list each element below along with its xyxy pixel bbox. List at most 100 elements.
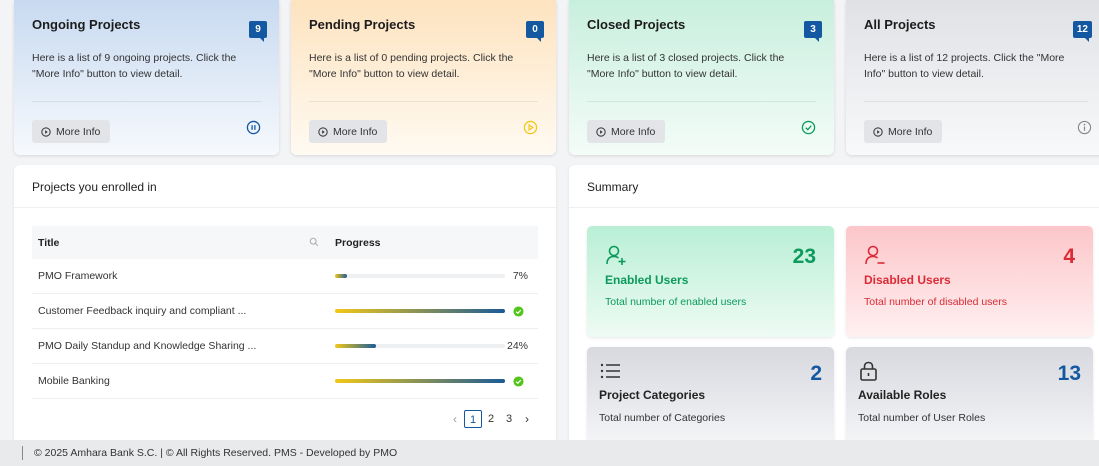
column-header-title[interactable]: Title bbox=[32, 226, 329, 259]
card-description: Here is a list of 9 ongoing projects. Cl… bbox=[32, 52, 237, 80]
progress-cell: 24% bbox=[329, 340, 538, 352]
card-title: Ongoing Projects bbox=[32, 17, 141, 32]
progress-percent: 24% bbox=[506, 340, 528, 352]
panel-divider bbox=[569, 207, 1099, 208]
card-divider bbox=[32, 101, 261, 102]
more-info-button[interactable]: More Info bbox=[864, 120, 943, 143]
check-circle-icon bbox=[513, 375, 524, 387]
progress-cell bbox=[329, 305, 538, 317]
check-circle-icon bbox=[801, 120, 816, 135]
project-categories-label: Project Categories bbox=[599, 388, 706, 402]
card-divider bbox=[864, 101, 1088, 102]
pagination-next[interactable]: › bbox=[518, 410, 536, 428]
column-header-progress[interactable]: Progress bbox=[329, 237, 381, 249]
more-info-button[interactable]: More Info bbox=[32, 120, 111, 143]
enabled-users-description: Total number of enabled users bbox=[605, 296, 747, 308]
footer: © 2025 Amhara Bank S.C. | © All Rights R… bbox=[0, 440, 1099, 466]
project-title[interactable]: Customer Feedback inquiry and compliant … bbox=[32, 305, 329, 317]
panel-title: Summary bbox=[587, 180, 639, 194]
pagination-page-1[interactable]: 1 bbox=[464, 410, 482, 428]
enrolled-projects-table: Title Progress PMO Framework 7% Customer F… bbox=[32, 226, 538, 399]
card-title: Pending Projects bbox=[309, 17, 416, 32]
project-categories-tile: 2 Project Categories Total number of Cat… bbox=[587, 347, 834, 445]
play-circle-icon bbox=[523, 120, 538, 135]
panel-divider bbox=[14, 207, 556, 208]
more-info-button[interactable]: More Info bbox=[309, 120, 388, 143]
pagination: ‹ 1 2 3 › bbox=[446, 410, 536, 428]
pause-circle-icon bbox=[246, 120, 261, 135]
closed-projects-card: Closed Projects 3 Here is a list of 3 cl… bbox=[569, 0, 834, 155]
ongoing-projects-card: Ongoing Projects 9 Here is a list of 9 o… bbox=[14, 0, 279, 155]
play-circle-icon bbox=[596, 126, 606, 137]
pagination-page-3[interactable]: 3 bbox=[500, 410, 518, 428]
panel-title: Projects you enrolled in bbox=[32, 180, 157, 194]
more-info-label: More Info bbox=[611, 125, 656, 138]
disabled-users-count: 4 bbox=[1063, 245, 1075, 268]
project-categories-description: Total number of Categories bbox=[599, 412, 726, 424]
available-roles-label: Available Roles bbox=[858, 388, 947, 402]
list-icon bbox=[600, 363, 620, 379]
card-divider bbox=[587, 101, 816, 102]
all-projects-card: All Projects 12 Here is a list of 12 pro… bbox=[846, 0, 1099, 155]
table-row[interactable]: PMO Daily Standup and Knowledge Sharing … bbox=[32, 329, 538, 364]
progress-bar bbox=[335, 379, 505, 383]
search-icon[interactable] bbox=[309, 237, 319, 247]
project-title[interactable]: PMO Daily Standup and Knowledge Sharing … bbox=[32, 340, 329, 352]
card-description: Here is a list of 12 projects. Click the… bbox=[864, 52, 1065, 80]
table-row[interactable]: Customer Feedback inquiry and compliant … bbox=[32, 294, 538, 329]
info-circle-icon bbox=[1077, 120, 1092, 135]
project-categories-count: 2 bbox=[810, 362, 822, 385]
enabled-users-count: 23 bbox=[792, 245, 816, 268]
more-info-label: More Info bbox=[56, 125, 101, 138]
footer-text: © 2025 Amhara Bank S.C. | © All Rights R… bbox=[34, 447, 398, 459]
more-info-button[interactable]: More Info bbox=[587, 120, 666, 143]
card-description: Here is a list of 0 pending projects. Cl… bbox=[309, 52, 514, 80]
check-circle-icon bbox=[513, 305, 524, 317]
enabled-users-label: Enabled Users bbox=[605, 273, 689, 287]
enabled-users-tile: 23 Enabled Users Total number of enabled… bbox=[587, 226, 834, 337]
lock-icon bbox=[860, 361, 877, 381]
progress-bar bbox=[335, 344, 505, 348]
progress-bar bbox=[335, 309, 505, 313]
play-circle-icon bbox=[873, 126, 883, 137]
disabled-users-description: Total number of disabled users bbox=[864, 296, 1007, 308]
progress-bar-fill bbox=[335, 379, 505, 383]
play-circle-icon bbox=[41, 126, 51, 137]
pagination-prev[interactable]: ‹ bbox=[446, 410, 464, 428]
progress-bar-fill bbox=[335, 309, 505, 313]
count-badge: 3 bbox=[804, 21, 822, 42]
table-header: Title Progress bbox=[32, 226, 538, 259]
count-badge: 12 bbox=[1072, 21, 1092, 42]
summary-panel: Summary 23 Enabled Users Total number of… bbox=[569, 165, 1099, 445]
more-info-label: More Info bbox=[333, 125, 378, 138]
column-header-label: Title bbox=[38, 236, 60, 249]
project-title[interactable]: PMO Framework bbox=[32, 270, 329, 282]
disabled-users-tile: 4 Disabled Users Total number of disable… bbox=[846, 226, 1093, 337]
progress-cell bbox=[329, 375, 538, 387]
progress-percent: 7% bbox=[512, 270, 528, 282]
progress-bar bbox=[335, 274, 505, 278]
card-description: Here is a list of 3 closed projects. Cli… bbox=[587, 52, 785, 80]
progress-bar-fill bbox=[335, 274, 347, 278]
pagination-page-2[interactable]: 2 bbox=[482, 410, 500, 428]
progress-bar-fill bbox=[335, 344, 376, 348]
available-roles-count: 13 bbox=[1057, 362, 1081, 385]
card-title: Closed Projects bbox=[587, 17, 686, 32]
disabled-users-label: Disabled Users bbox=[864, 273, 951, 287]
footer-separator bbox=[22, 446, 23, 460]
card-title: All Projects bbox=[864, 17, 936, 32]
card-divider bbox=[309, 101, 538, 102]
table-row[interactable]: Mobile Banking bbox=[32, 364, 538, 399]
table-row[interactable]: PMO Framework 7% bbox=[32, 259, 538, 294]
project-title[interactable]: Mobile Banking bbox=[32, 375, 329, 387]
user-minus-icon bbox=[865, 245, 885, 265]
count-badge: 0 bbox=[526, 21, 544, 42]
enrolled-projects-panel: Projects you enrolled in Title Progress … bbox=[14, 165, 556, 445]
available-roles-tile: 13 Available Roles Total number of User … bbox=[846, 347, 1093, 445]
user-plus-icon bbox=[606, 245, 626, 265]
count-badge: 9 bbox=[249, 21, 267, 42]
play-circle-icon bbox=[318, 126, 328, 137]
more-info-label: More Info bbox=[888, 125, 933, 138]
available-roles-description: Total number of User Roles bbox=[858, 412, 986, 424]
progress-cell: 7% bbox=[329, 270, 538, 282]
